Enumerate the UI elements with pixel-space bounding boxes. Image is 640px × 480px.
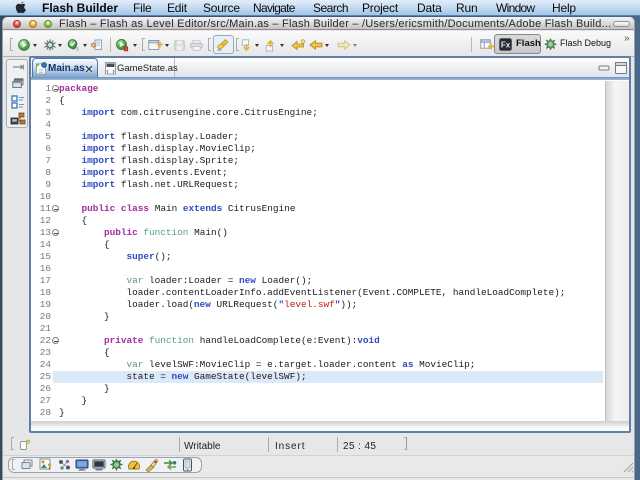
svg-text:Fx: Fx	[501, 41, 511, 50]
